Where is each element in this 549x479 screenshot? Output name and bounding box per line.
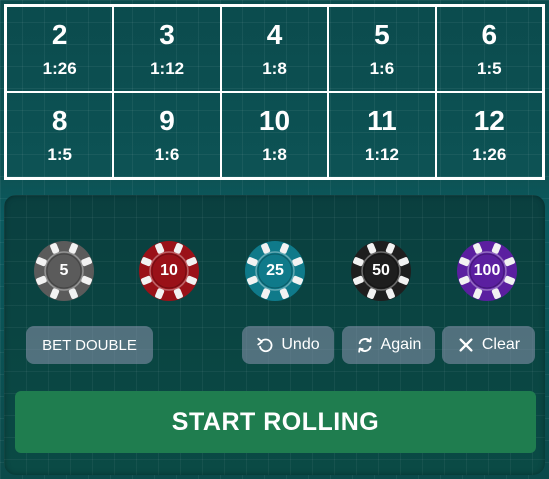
bet-odds: 1:8 bbox=[262, 145, 287, 164]
bet-cell-10[interactable]: 10 1:8 bbox=[220, 92, 329, 178]
bet-cell-6[interactable]: 6 1:5 bbox=[435, 6, 543, 92]
undo-label: Undo bbox=[281, 336, 320, 353]
bet-number: 2 bbox=[51, 19, 68, 50]
bet-odds: 1:5 bbox=[47, 145, 72, 164]
bet-cell-4[interactable]: 4 1:8 bbox=[220, 6, 329, 92]
bet-cell-5[interactable]: 5 1:6 bbox=[328, 6, 436, 92]
bet-cell-12[interactable]: 12 1:26 bbox=[435, 92, 543, 178]
chip-value: 25 bbox=[266, 262, 284, 279]
bet-cell-9[interactable]: 9 1:6 bbox=[113, 92, 221, 178]
bet-cell-2[interactable]: 2 1:26 bbox=[6, 6, 114, 92]
chip-10[interactable]: 10 bbox=[138, 240, 200, 302]
bet-odds: 1:5 bbox=[477, 59, 502, 78]
bet-number: 9 bbox=[159, 105, 175, 136]
chip-selector: 5 10 25 50 100 bbox=[4, 240, 545, 304]
clear-label: Clear bbox=[481, 336, 521, 353]
chip-100[interactable]: 100 bbox=[456, 240, 518, 302]
bet-odds: 1:8 bbox=[262, 59, 287, 78]
close-icon bbox=[459, 338, 473, 352]
bet-odds: 1:6 bbox=[154, 145, 180, 164]
bet-odds: 1:12 bbox=[364, 145, 399, 164]
bet-number: 6 bbox=[481, 19, 498, 50]
chip-5[interactable]: 5 bbox=[33, 240, 95, 302]
bet-odds: 1:6 bbox=[369, 59, 395, 78]
bet-board: 2 1:26 3 1:12 4 1:8 5 1:6 6 1:5 8 1:5 9 … bbox=[4, 4, 545, 180]
bet-number: 11 bbox=[367, 105, 397, 136]
bet-number: 5 bbox=[374, 19, 390, 50]
bet-cell-8[interactable]: 8 1:5 bbox=[6, 92, 114, 178]
start-rolling-button[interactable]: START ROLLING bbox=[15, 391, 536, 453]
bet-odds: 1:12 bbox=[150, 59, 185, 78]
chip-25[interactable]: 25 bbox=[244, 240, 306, 302]
clear-button[interactable]: Clear bbox=[442, 326, 535, 364]
chip-value: 10 bbox=[160, 262, 178, 279]
chip-value: 50 bbox=[372, 262, 390, 279]
start-rolling-label: START ROLLING bbox=[171, 407, 380, 436]
refresh-icon bbox=[357, 337, 372, 353]
bet-number: 3 bbox=[159, 19, 175, 50]
bet-cell-11[interactable]: 11 1:12 bbox=[328, 92, 436, 178]
chip-value: 100 bbox=[473, 262, 501, 279]
bet-number: 10 bbox=[258, 105, 291, 136]
bet-double-button[interactable]: BET DOUBLE bbox=[26, 326, 153, 364]
again-button[interactable]: Again bbox=[342, 326, 435, 364]
chip-50[interactable]: 50 bbox=[350, 240, 412, 302]
bet-double-label: BET DOUBLE bbox=[42, 336, 137, 354]
again-label: Again bbox=[380, 336, 422, 353]
undo-icon bbox=[257, 337, 273, 353]
undo-button[interactable]: Undo bbox=[242, 326, 334, 364]
bet-odds: 1:26 bbox=[472, 145, 507, 164]
bet-odds: 1:26 bbox=[42, 59, 77, 78]
chip-value: 5 bbox=[59, 262, 69, 279]
control-panel: 5 10 25 50 100 BET DOUBLE Undo Again Cle… bbox=[4, 195, 545, 475]
bet-cell-3[interactable]: 3 1:12 bbox=[113, 6, 221, 92]
bet-number: 8 bbox=[51, 105, 68, 136]
bet-number: 12 bbox=[473, 105, 505, 136]
bet-number: 4 bbox=[266, 19, 283, 50]
